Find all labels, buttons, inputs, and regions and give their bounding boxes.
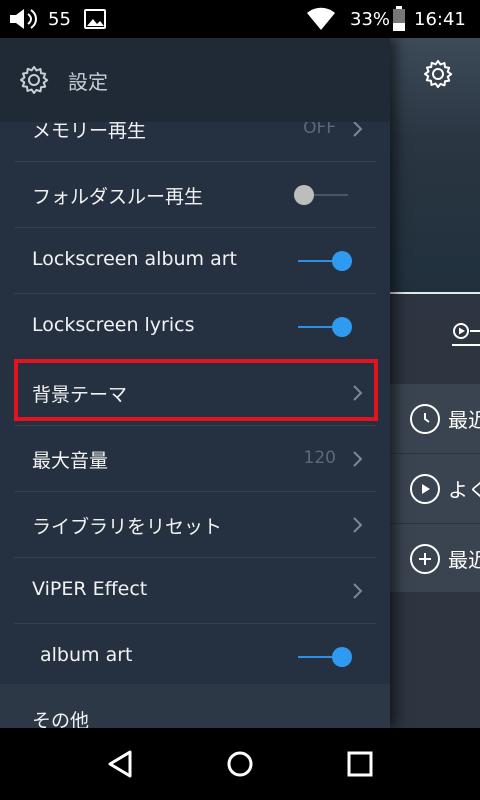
- section-label: その他: [32, 710, 90, 728]
- setting-label: 最大音量: [32, 450, 109, 472]
- chevron-right-icon: [352, 582, 364, 600]
- setting-label: album art: [40, 644, 133, 666]
- volume-level: 55: [48, 8, 71, 30]
- toggle-switch[interactable]: [294, 646, 352, 668]
- art-divider: [390, 292, 480, 294]
- toggle-knob: [332, 647, 352, 667]
- gear-icon[interactable]: [422, 58, 454, 90]
- setting-folder-through[interactable]: フォルダスルー再生: [14, 162, 376, 228]
- tab-underline: [452, 344, 480, 346]
- setting-label: Lockscreen lyrics: [32, 314, 195, 336]
- image-icon: [84, 0, 106, 38]
- chevron-right-icon: [352, 120, 364, 138]
- settings-drawer: 設定 メモリー再生 OFF フォルダスルー再生 Lockscreen album…: [0, 38, 390, 728]
- battery-percent: 33%: [350, 8, 391, 30]
- wifi-icon: [306, 0, 336, 38]
- back-icon[interactable]: [80, 728, 160, 800]
- toggle-knob: [294, 185, 314, 205]
- setting-max-volume[interactable]: 最大音量 120: [14, 426, 376, 492]
- clock-time: 16:41: [414, 8, 466, 30]
- recent-apps-icon[interactable]: [320, 728, 400, 800]
- list-item-label: 最近: [448, 548, 480, 572]
- list-item[interactable]: 最近: [390, 384, 480, 454]
- setting-label: ViPER Effect: [32, 578, 148, 600]
- section-header-other: その他: [0, 684, 390, 728]
- setting-lockscreen-album-art[interactable]: Lockscreen album art: [14, 228, 376, 294]
- chevron-right-icon: [352, 516, 364, 534]
- toggle-switch[interactable]: [294, 250, 352, 272]
- setting-label: Lockscreen album art: [32, 248, 238, 270]
- toggle-knob: [332, 251, 352, 271]
- drawer-header: 設定: [0, 38, 390, 122]
- plus-icon: [410, 543, 440, 574]
- home-icon[interactable]: [200, 728, 280, 800]
- setting-value: 120: [303, 448, 336, 468]
- list-item[interactable]: 最近: [390, 524, 480, 594]
- player-panel: 最近 よく 最近: [390, 38, 480, 728]
- battery-icon: [392, 0, 406, 38]
- gear-icon: [18, 64, 50, 96]
- toggle-switch[interactable]: [294, 316, 352, 338]
- chevron-right-icon: [352, 450, 364, 468]
- setting-label: フォルダスルー再生: [32, 186, 204, 208]
- toggle-switch[interactable]: [294, 184, 352, 206]
- status-bar: 55 33% 16:41: [0, 0, 480, 38]
- setting-lockscreen-lyrics[interactable]: Lockscreen lyrics: [14, 294, 376, 360]
- clock-icon: [410, 403, 440, 434]
- setting-reset-library[interactable]: ライブラリをリセット: [14, 492, 376, 558]
- setting-album-art[interactable]: album art: [14, 624, 376, 690]
- list-item[interactable]: よく: [390, 454, 480, 524]
- list-item-label: よく: [448, 478, 480, 502]
- play-circle-icon[interactable]: [452, 320, 480, 342]
- navigation-bar: [0, 728, 480, 800]
- toggle-knob: [332, 317, 352, 337]
- setting-viper-effect[interactable]: ViPER Effect: [14, 558, 376, 624]
- list-item-label: 最近: [448, 408, 480, 432]
- play-icon: [410, 473, 440, 504]
- quick-list: 最近 よく 最近: [390, 384, 480, 594]
- setting-label: ライブラリをリセット: [32, 516, 223, 538]
- highlight-box: [14, 359, 378, 421]
- page-title: 設定: [68, 70, 108, 94]
- volume-icon: [8, 0, 40, 38]
